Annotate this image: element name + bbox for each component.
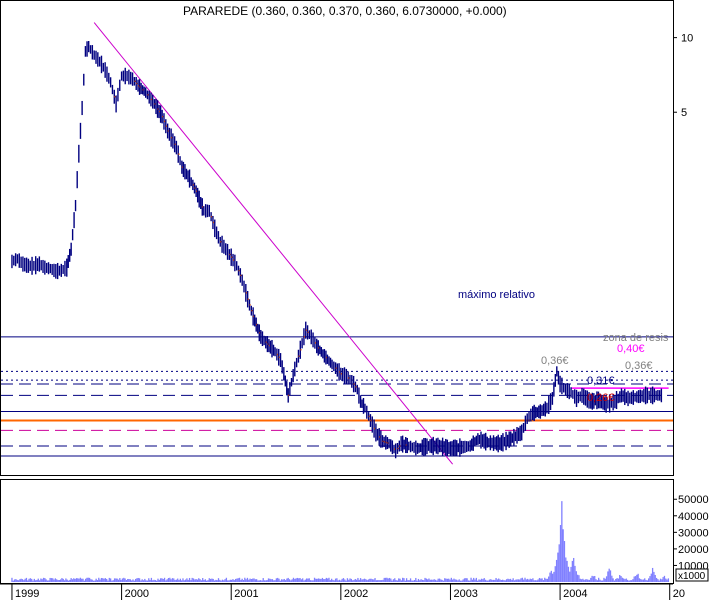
stock-chart: 105 5000040000300002000010000 1999 2000 20… xyxy=(0,0,709,600)
annotation-031: 0,31€ xyxy=(587,375,615,387)
annotation-maximo-relativo: máximo relativo xyxy=(458,289,535,301)
time-tick-label-0: 1999 xyxy=(15,588,39,600)
price-tick-label-1: 5 xyxy=(681,107,687,119)
chart-title: PARAREDE (0.360, 0.360, 0.370, 0.360, 6.… xyxy=(183,4,507,18)
volume-tick-label-3: 20000 xyxy=(678,544,709,556)
time-tick-label-3: 2002 xyxy=(344,588,368,600)
time-tick-label-5: 2004 xyxy=(563,588,587,600)
time-tick-label-6: 20 xyxy=(673,588,685,600)
time-tick-label-1: 2000 xyxy=(125,588,149,600)
annotation-026: 0,26€ xyxy=(587,392,615,404)
volume-tick-label-1: 40000 xyxy=(678,511,709,523)
volume-axis: 5000040000300002000010000 xyxy=(673,494,709,572)
time-tick-label-2: 2001 xyxy=(234,588,258,600)
time-tick-label-4: 2003 xyxy=(453,588,477,600)
price-axis: 10 5 xyxy=(673,33,693,119)
annotation-036-left: 0,36€ xyxy=(541,355,569,367)
time-axis: 1999 2000 2001 2002 2003 2004 20 xyxy=(0,583,685,600)
volume-tick-label-2: 30000 xyxy=(678,527,709,539)
price-tick-label-0: 10 xyxy=(681,33,693,45)
annotation-040: 0,40€ xyxy=(617,343,645,355)
volume-units-label: x1000 xyxy=(678,571,706,582)
annotation-036-right: 0,36€ xyxy=(625,360,653,372)
volume-tick-label-0: 50000 xyxy=(678,494,709,506)
